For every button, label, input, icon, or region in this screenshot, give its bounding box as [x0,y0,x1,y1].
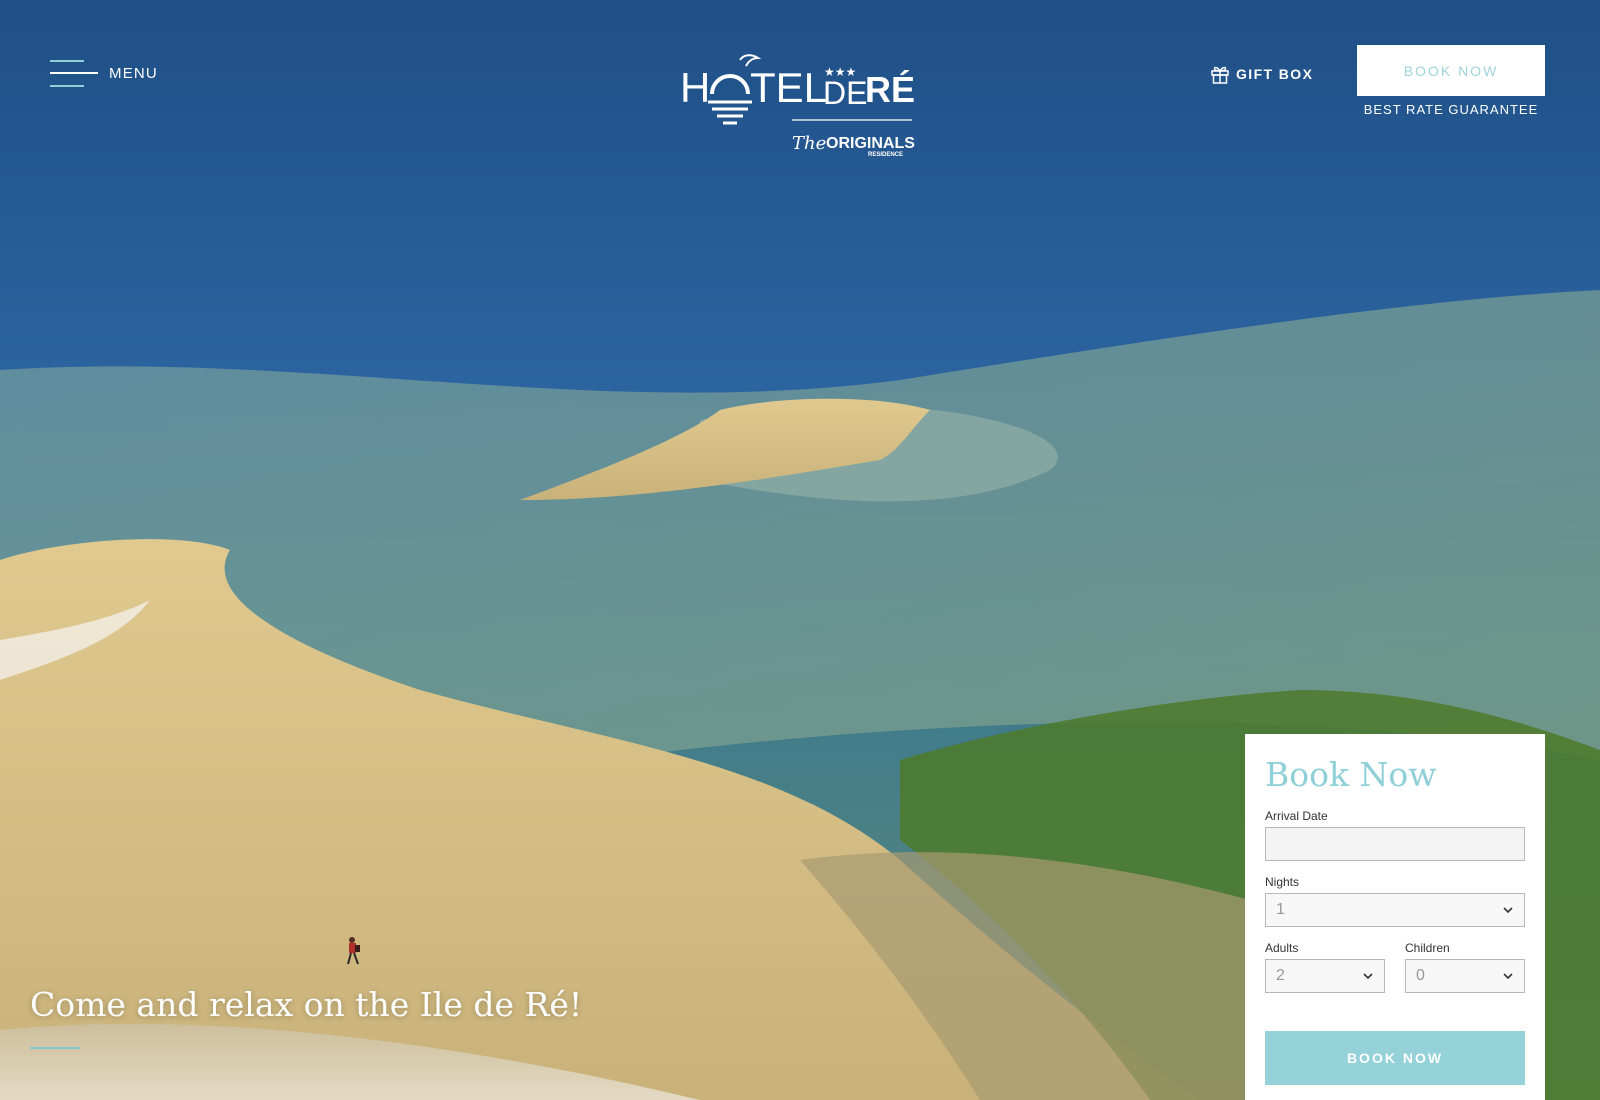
header-book-now-button[interactable]: BOOK NOW [1357,45,1545,96]
hotel-logo[interactable]: H TEL DE ★★★ RÉ The ORIGINALS RESIDENCE [680,52,920,160]
menu-label: MENU [109,64,158,82]
hamburger-icon [50,58,98,88]
booking-title: Book Now [1265,755,1437,794]
menu-toggle[interactable]: MENU [50,58,158,88]
arrival-date-input[interactable] [1265,827,1525,861]
booking-submit-button[interactable]: BOOK NOW [1265,1031,1525,1085]
gift-box-label: GIFT BOX [1236,66,1314,82]
star-rating: ★★★ [824,65,856,79]
children-value: 0 [1416,967,1425,984]
adults-select[interactable]: 2 [1265,959,1385,993]
logo-word-de: DE [823,75,867,111]
chevron-down-icon [1503,973,1513,980]
brand-residence: RESIDENCE [868,152,903,158]
brand-originals: ORIGINALS [826,135,915,152]
children-select[interactable]: 0 [1405,959,1525,993]
nights-value: 1 [1276,901,1285,918]
logo-word-tel: TEL [750,64,827,111]
hero-tagline: Come and relax on the Ile de Ré! [30,985,583,1024]
children-label: Children [1405,941,1450,955]
nights-select[interactable]: 1 [1265,893,1525,927]
chevron-down-icon [1503,907,1513,914]
booking-panel: Book Now Arrival Date Nights 1 Adults 2 … [1245,734,1545,1100]
gift-icon [1211,66,1229,84]
nights-label: Nights [1265,875,1300,889]
adults-value: 2 [1276,967,1285,984]
arrival-date-label: Arrival Date [1265,809,1328,823]
brand-the: The [792,133,826,154]
gift-box-link[interactable]: GIFT BOX [1210,64,1313,84]
tagline-underline [30,1047,80,1049]
logo-word-re: RÉ [865,69,915,110]
adults-label: Adults [1265,941,1299,955]
logo-letter-h: H [680,64,710,111]
chevron-down-icon [1363,973,1373,980]
best-rate-guarantee: BEST RATE GUARANTEE [1363,102,1539,117]
